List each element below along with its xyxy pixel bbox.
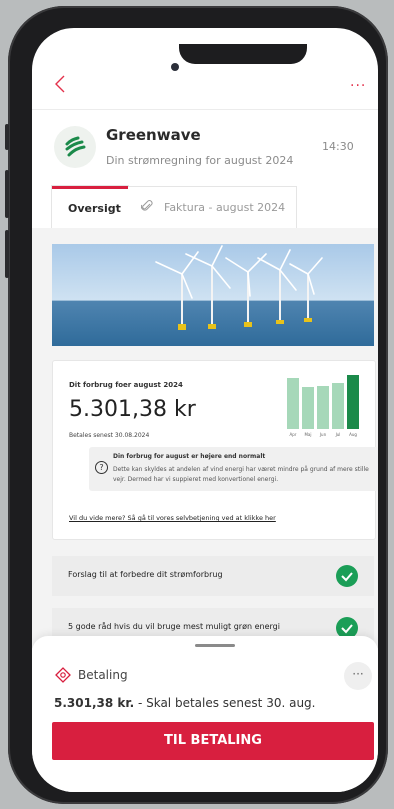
message-subject: Din strømregning for august 2024: [106, 154, 294, 167]
volume-down-button: [5, 230, 9, 278]
amount: 5.301,38 kr: [69, 397, 196, 422]
card-title: Dit forbrug foer august 2024: [69, 381, 183, 389]
self-service-link[interactable]: Vil du vide mere? Så gå til vores selvbe…: [69, 514, 276, 522]
chart-tick-label: Jun: [319, 432, 327, 437]
more-horizontal-icon: ···: [352, 667, 364, 681]
info-body: Dette kan skyldes at andelen af vind ene…: [113, 466, 369, 483]
payment-label: Betaling: [78, 668, 128, 682]
message-time: 14:30: [322, 140, 354, 153]
mute-switch: [5, 124, 9, 150]
sender-name: Greenwave: [106, 126, 201, 144]
payment-more-button[interactable]: ···: [344, 662, 372, 690]
chart-tick-label: Jul: [335, 432, 341, 437]
tab-faktura[interactable]: Faktura - august 2024: [128, 186, 297, 229]
payment-summary: 5.301,38 kr. - Skal betales senest 30. a…: [54, 696, 315, 710]
more-button[interactable]: ···: [350, 78, 366, 94]
chart-bar-jun: [317, 386, 329, 429]
greenwave-logo: [65, 136, 86, 157]
chart-bar-aug: [347, 375, 359, 429]
payment-icon: [54, 666, 72, 684]
chevron-left-icon: [55, 75, 65, 93]
chart-bar-apr: [287, 378, 299, 429]
question-icon: ?: [95, 461, 108, 474]
wind-farm-image: [52, 244, 374, 346]
phone-frame: ··· Greenwave Din strømregning for augus…: [5, 6, 388, 804]
tab-oversigt[interactable]: Oversigt: [52, 186, 128, 231]
sender-logo: [54, 126, 96, 168]
payment-sheet: Betaling ··· 5.301,38 kr. - Skal betales…: [32, 636, 378, 792]
top-bar: ···: [32, 28, 378, 110]
list-item[interactable]: Forslag til at forbedre dit strømforbrug: [52, 556, 374, 596]
screen: ··· Greenwave Din strømregning for augus…: [32, 28, 378, 792]
list-item-label: 5 gode råd hvis du vil bruge mest muligt…: [68, 622, 280, 631]
more-horizontal-icon: ···: [350, 78, 367, 94]
volume-up-button: [5, 170, 9, 218]
tab-label: Faktura - august 2024: [164, 201, 286, 214]
list-item-label: Forslag til at forbedre dit strømforbrug: [68, 570, 223, 579]
divider: [32, 109, 378, 110]
payment-amount: 5.301,38 kr.: [54, 696, 135, 710]
info-title: Din forbrug for august er højere end nor…: [113, 453, 266, 460]
due-date: Betales senest 30.08.2024: [69, 432, 150, 439]
chart-bar-maj: [302, 387, 314, 429]
info-box: ? Din forbrug for august er højere end n…: [89, 447, 378, 491]
payment-due: - Skal betales senest 30. aug.: [134, 696, 316, 710]
chart-tick-label: Apr: [289, 432, 297, 437]
paperclip-icon: [140, 199, 153, 216]
tab-label: Oversigt: [68, 202, 121, 215]
back-button[interactable]: [54, 74, 68, 98]
drag-handle[interactable]: [195, 644, 235, 647]
chart-tick-label: Aug: [349, 432, 357, 437]
pay-button[interactable]: TIL BETALING: [52, 722, 374, 760]
consumption-card: Dit forbrug foer august 2024 5.301,38 kr…: [52, 360, 378, 540]
checkmark-icon: [336, 565, 358, 587]
consumption-chart: Apr Maj Jun Jul Aug: [287, 375, 363, 437]
chart-bar-jul: [332, 383, 344, 429]
chart-tick-label: Maj: [304, 432, 312, 437]
